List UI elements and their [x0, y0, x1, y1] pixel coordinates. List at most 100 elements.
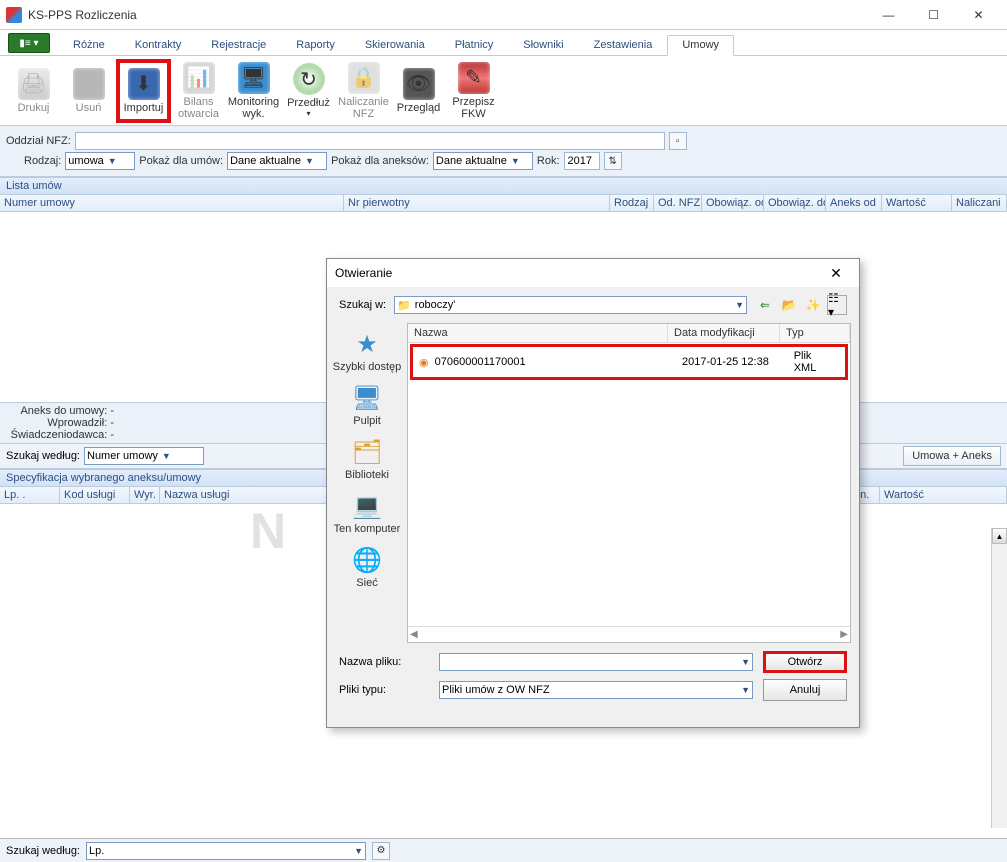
naliczanie-button[interactable]: 🔒 Naliczanie NFZ: [336, 59, 391, 123]
col-wartosc[interactable]: Wartość: [882, 195, 952, 211]
bottom-szukaj-value: Lp.: [89, 845, 104, 857]
close-button[interactable]: ✕: [956, 1, 1001, 29]
pokaz-aneks-combo[interactable]: Dane aktualne▼: [433, 152, 533, 170]
col-numer-umowy[interactable]: Numer umowy: [0, 195, 344, 211]
dialog-close-button[interactable]: ✕: [821, 265, 851, 282]
file-name-combo[interactable]: ▼: [439, 653, 753, 671]
chart-icon: 📊: [183, 62, 215, 94]
col-od-nfz[interactable]: Od. NFZ: [654, 195, 702, 211]
star-icon: ★: [350, 327, 384, 361]
tab-skierowania[interactable]: Skierowania: [350, 35, 440, 55]
file-button[interactable]: ▮≡ ▾: [8, 33, 50, 53]
sidebar-desktop[interactable]: 🖥Pulpit: [331, 381, 403, 427]
rodzaj-combo[interactable]: umowa▼: [65, 152, 135, 170]
sidebar-computer[interactable]: 💻Ten komputer: [331, 489, 403, 535]
pencil-icon: ✎: [458, 62, 490, 94]
tab-platnicy[interactable]: Płatnicy: [440, 35, 509, 55]
chevron-down-icon: ▼: [735, 300, 744, 310]
szukaj-combo[interactable]: Numer umowy▼: [84, 447, 204, 465]
nazwa-pliku-label: Nazwa pliku:: [339, 656, 429, 668]
col-naliczanie[interactable]: Naliczani: [952, 195, 1007, 211]
sidebar-network[interactable]: 🌐Sieć: [331, 543, 403, 589]
rok-input[interactable]: [564, 152, 600, 170]
file-type-value: Pliki umów z OW NFZ: [442, 684, 550, 696]
bilans-button[interactable]: 📊 Bilans otwarcia: [171, 59, 226, 123]
chevron-down-icon: ▾: [306, 109, 310, 118]
monitor-icon: 🖥: [238, 62, 270, 94]
col-rodzaj[interactable]: Rodzaj: [610, 195, 654, 211]
col-nazwa[interactable]: Nazwa: [408, 324, 668, 342]
minimize-button[interactable]: —: [866, 1, 911, 29]
bilans-label: Bilans otwarcia: [171, 96, 226, 120]
przeglad-button[interactable]: 👁 Przegląd: [391, 59, 446, 123]
pokaz-umow-combo[interactable]: Dane aktualne▼: [227, 152, 327, 170]
cancel-button[interactable]: Anuluj: [763, 679, 847, 701]
col-obowiaz-od[interactable]: Obowiąz. od: [702, 195, 764, 211]
rok-label: Rok:: [537, 155, 560, 167]
dialog-body: ★Szybki dostęp 🖥Pulpit 🗂Biblioteki 💻Ten …: [327, 323, 859, 643]
monitoring-button[interactable]: 🖥 Monitoring wyk.: [226, 59, 281, 123]
file-type-combo[interactable]: Pliki umów z OW NFZ▼: [439, 681, 753, 699]
eye-icon: 👁: [403, 68, 435, 100]
up-icon[interactable]: 📂: [779, 295, 799, 315]
przeglad-label: Przegląd: [397, 102, 440, 114]
computer-icon: 💻: [350, 489, 384, 523]
col-lp[interactable]: Lp. .: [0, 487, 60, 503]
col-aneks-od[interactable]: Aneks od: [826, 195, 882, 211]
tab-kontrakty[interactable]: Kontrakty: [120, 35, 196, 55]
dialog-titlebar: Otwieranie ✕: [327, 259, 859, 287]
rok-sort-button[interactable]: ⇅: [604, 152, 622, 170]
file-icon: ◉: [419, 356, 429, 369]
col-data[interactable]: Data modyfikacji: [668, 324, 780, 342]
lista-columns: Numer umowy Nr pierwotny Rodzaj Od. NFZ …: [0, 195, 1007, 212]
tab-raporty[interactable]: Raporty: [281, 35, 350, 55]
chevron-down-icon: ▼: [305, 156, 314, 166]
oddzial-lookup-button[interactable]: ▫: [669, 132, 687, 150]
lock-icon: 🔒: [348, 62, 380, 94]
tab-rozne[interactable]: Różne: [58, 35, 120, 55]
usun-button[interactable]: 🗑 Usuń: [61, 59, 116, 123]
przedluz-button[interactable]: ↻ Przedłuż ▾: [281, 59, 336, 123]
tab-umowy[interactable]: Umowy: [667, 35, 734, 56]
col-typ[interactable]: Typ: [780, 324, 850, 342]
view-icon[interactable]: ☷ ▾: [827, 295, 847, 315]
file-row[interactable]: ◉ 070600001170001 2017-01-25 12:38 Plik …: [413, 347, 845, 377]
file-list-header: Nazwa Data modyfikacji Typ: [408, 324, 850, 343]
open-button[interactable]: Otwórz: [763, 651, 847, 673]
umowa-aneks-button[interactable]: Umowa + Aneks: [903, 446, 1001, 466]
horizontal-scrollbar[interactable]: ◀▶: [408, 626, 850, 642]
settings-button[interactable]: ⚙: [372, 842, 390, 860]
dialog-top-row: Szukaj w: 📁 roboczy' ▼ ⇐ 📂 ✨ ☷ ▾: [327, 287, 859, 323]
new-folder-icon[interactable]: ✨: [803, 295, 823, 315]
col-wartosc2[interactable]: Wartość: [880, 487, 1007, 503]
col-kod-uslugi[interactable]: Kod usługi: [60, 487, 130, 503]
aneks-info: Aneks do umowy: -: [8, 405, 118, 417]
folder-combo[interactable]: 📁 roboczy' ▼: [394, 296, 747, 314]
importuj-button[interactable]: ⬇ Importuj: [116, 59, 171, 123]
sidebar-quick-access[interactable]: ★Szybki dostęp: [331, 327, 403, 373]
tab-slowniki[interactable]: Słowniki: [508, 35, 578, 55]
oddzial-input[interactable]: [75, 132, 665, 150]
col-wyr[interactable]: Wyr.: [130, 487, 160, 503]
print-icon: 🖨: [18, 68, 50, 100]
dialog-sidebar: ★Szybki dostęp 🖥Pulpit 🗂Biblioteki 💻Ten …: [327, 323, 407, 643]
przedluz-label: Przedłuż: [287, 97, 330, 109]
scroll-up-button[interactable]: ▲: [992, 528, 1007, 544]
drukuj-button[interactable]: 🖨 Drukuj: [6, 59, 61, 123]
sidebar-libraries[interactable]: 🗂Biblioteki: [331, 435, 403, 481]
back-icon[interactable]: ⇐: [755, 295, 775, 315]
pokaz-aneks-label: Pokaż dla aneksów:: [331, 155, 429, 167]
col-nr-pierwotny[interactable]: Nr pierwotny: [344, 195, 610, 211]
rodzaj-value: umowa: [68, 155, 103, 167]
tab-rejestracje[interactable]: Rejestracje: [196, 35, 281, 55]
import-icon: ⬇: [128, 68, 160, 100]
wprowadzil-info: Wprowadził: -: [8, 417, 118, 429]
bottom-szukaj-combo[interactable]: Lp. ▼: [86, 842, 366, 860]
chevron-down-icon: ▼: [354, 846, 363, 856]
vertical-scrollbar[interactable]: ▲: [991, 528, 1007, 828]
library-icon: 🗂: [350, 435, 384, 469]
tab-zestawienia[interactable]: Zestawienia: [579, 35, 668, 55]
col-obowiaz-do[interactable]: Obowiąz. do: [764, 195, 826, 211]
przepisz-button[interactable]: ✎ Przepisz FKW: [446, 59, 501, 123]
maximize-button[interactable]: ☐: [911, 1, 956, 29]
